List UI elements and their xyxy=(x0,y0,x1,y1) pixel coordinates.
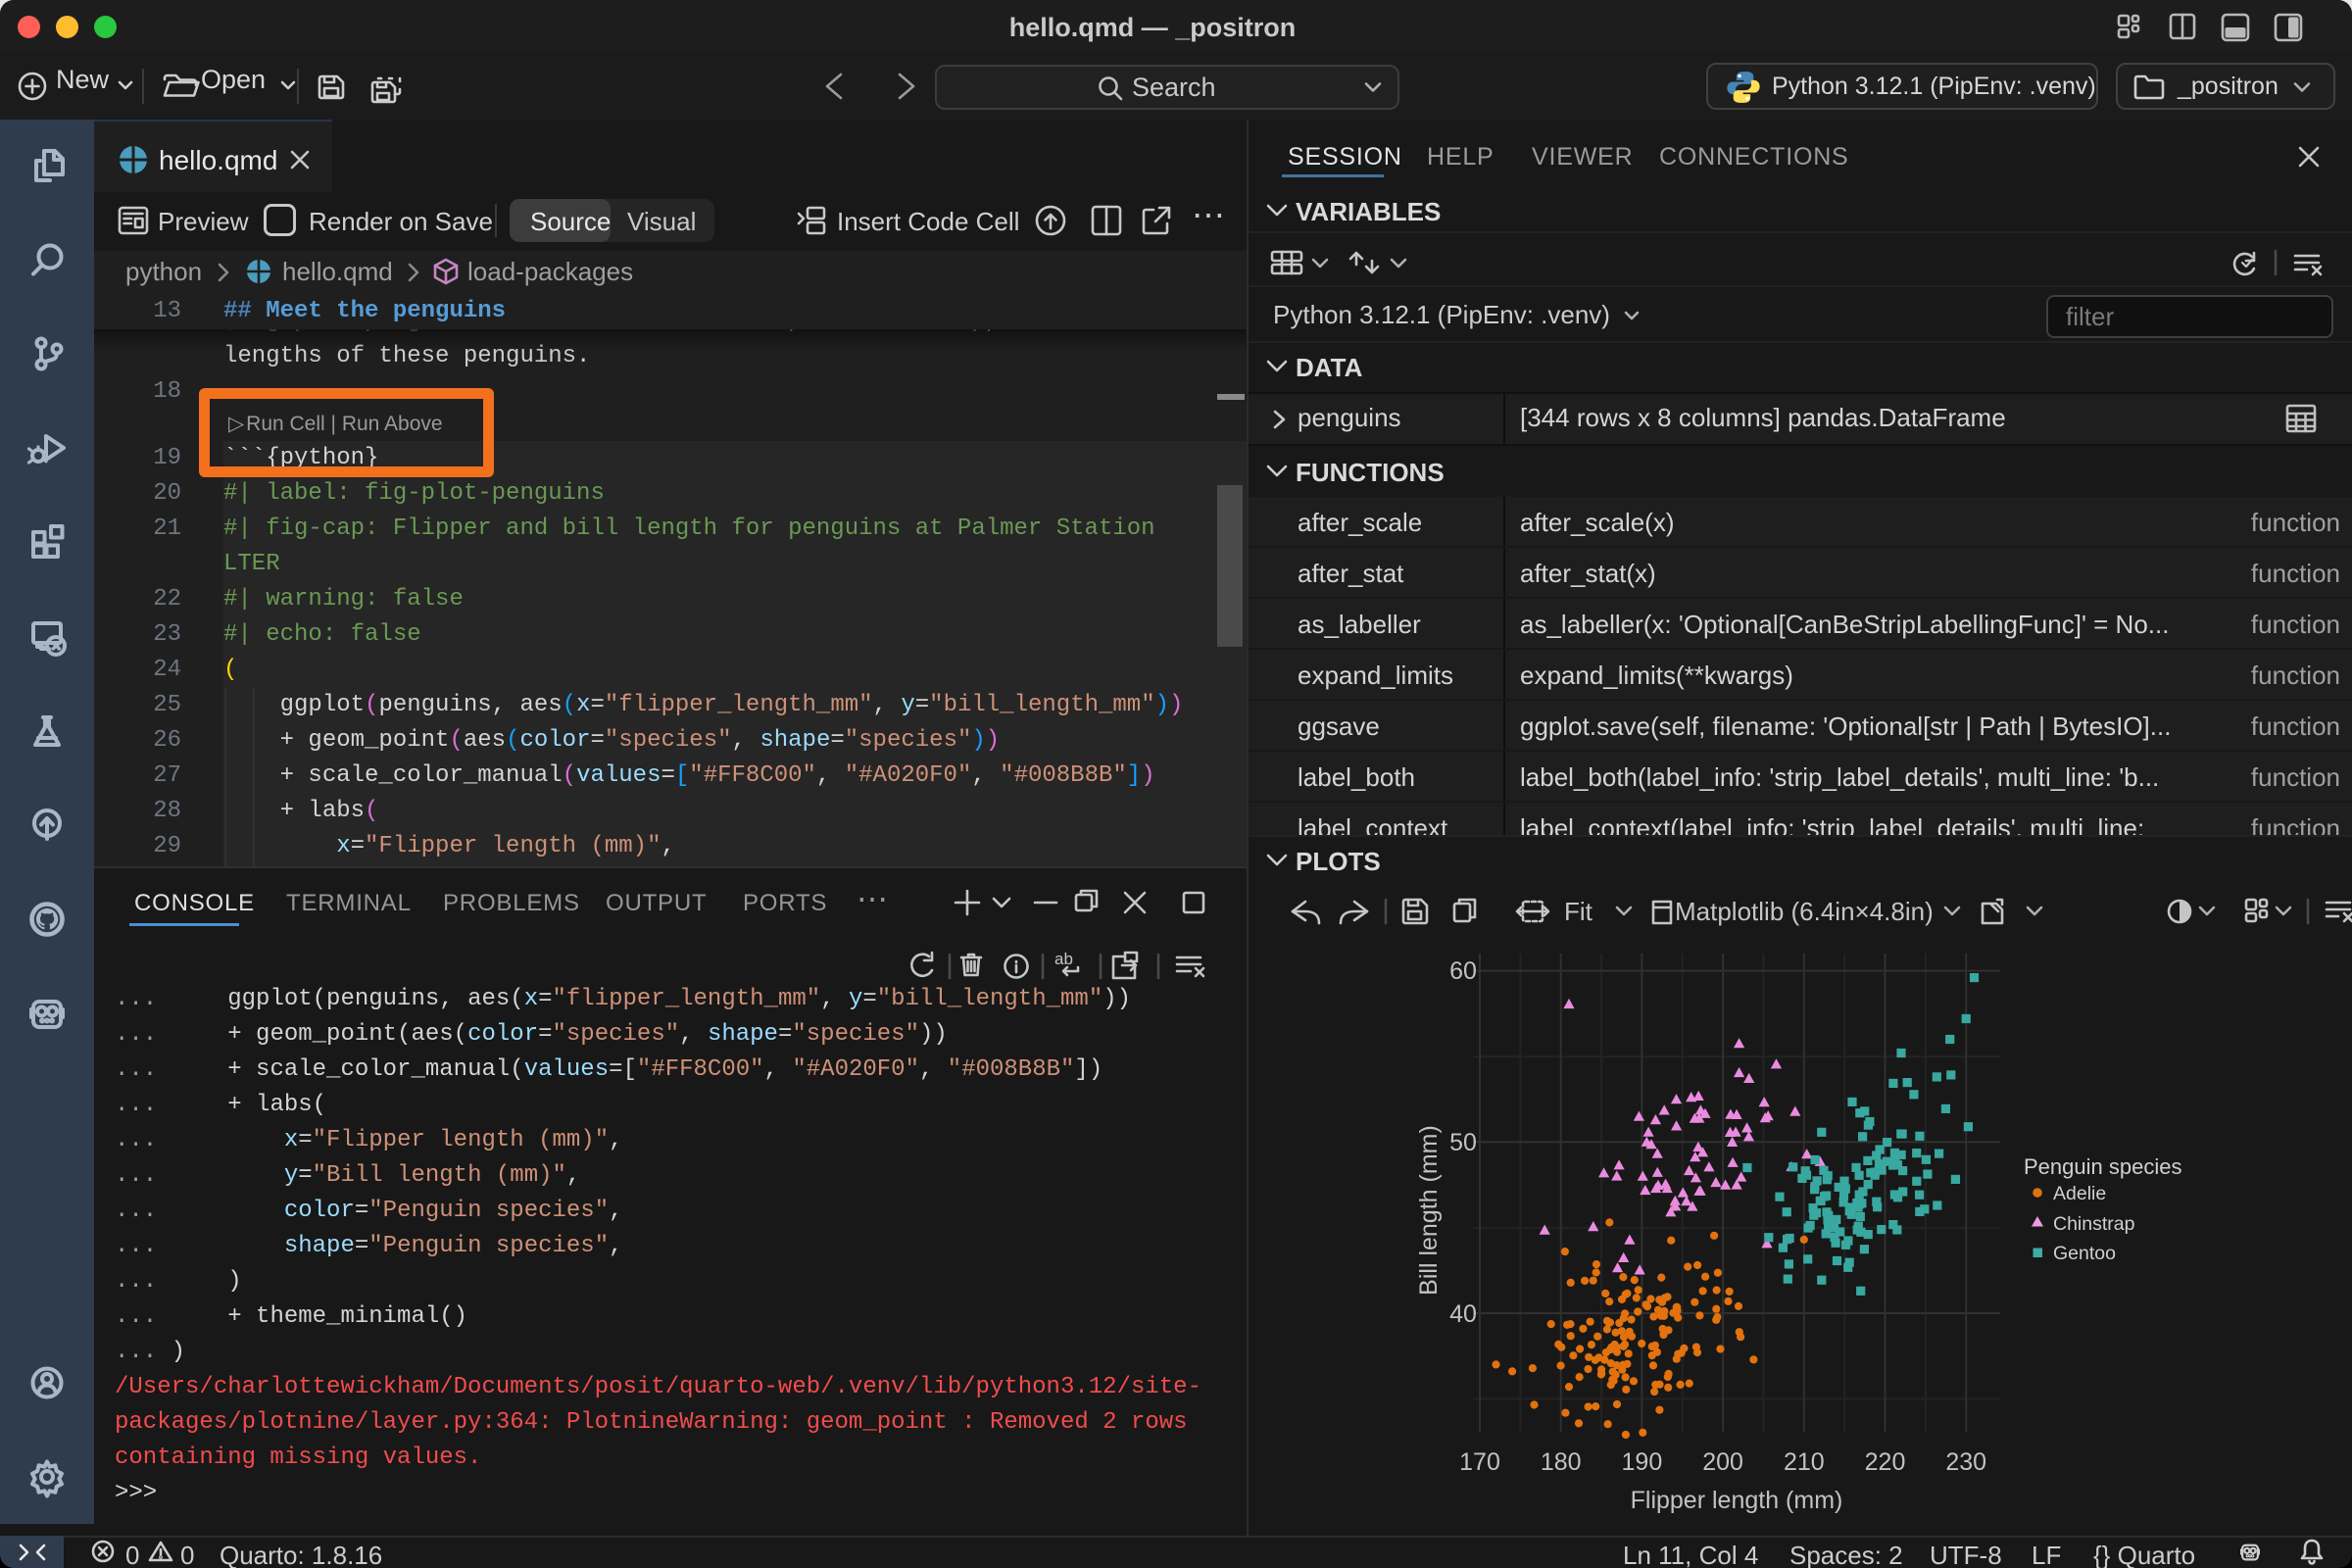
svg-text:60: 60 xyxy=(1449,957,1477,985)
svg-text:Chinstrap: Chinstrap xyxy=(2053,1213,2135,1235)
svg-text:180: 180 xyxy=(1541,1448,1582,1476)
svg-text:40: 40 xyxy=(1449,1300,1477,1328)
svg-text:Adelie: Adelie xyxy=(2053,1183,2106,1204)
svg-text:Fit: Fit xyxy=(1564,897,1593,926)
svg-text:Penguin species: Penguin species xyxy=(2024,1154,2181,1179)
svg-text:220: 220 xyxy=(1865,1448,1906,1476)
svg-text:210: 210 xyxy=(1784,1448,1825,1476)
svg-text:Flipper length (mm): Flipper length (mm) xyxy=(1631,1487,1843,1514)
svg-text:50: 50 xyxy=(1449,1129,1477,1156)
svg-text:ab: ab xyxy=(1054,950,1073,968)
svg-text:190: 190 xyxy=(1622,1448,1663,1476)
svg-text:Gentoo: Gentoo xyxy=(2053,1243,2116,1264)
svg-text:200: 200 xyxy=(1702,1448,1743,1476)
svg-text:230: 230 xyxy=(1945,1448,1986,1476)
svg-text:Bill length (mm): Bill length (mm) xyxy=(1415,1125,1443,1296)
svg-text:170: 170 xyxy=(1459,1448,1500,1476)
svg-text:Matplotlib (6.4in×4.8in): Matplotlib (6.4in×4.8in) xyxy=(1675,897,1934,926)
